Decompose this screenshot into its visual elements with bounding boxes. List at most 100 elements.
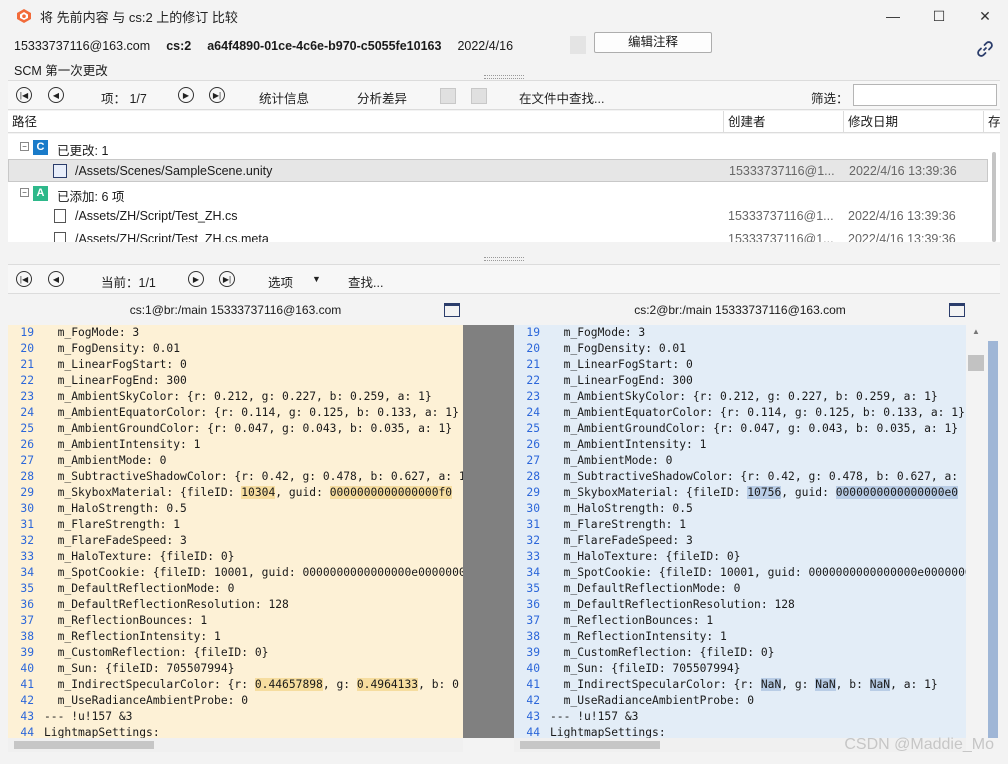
column-modified-date[interactable]: 修改日期 [844,111,984,133]
column-creator[interactable]: 创建者 [724,111,844,133]
edit-comment-button[interactable]: 编辑注释 [594,32,712,53]
scrollbar-thumb[interactable] [520,741,660,749]
line-number: 26 [20,438,34,451]
code-line: 39 m_CustomReflection: {fileID: 0} [8,645,463,661]
scrollbar-thumb[interactable] [14,741,154,749]
chevron-down-icon[interactable]: ▼ [312,274,321,284]
code-line: 41 m_IndirectSpecularColor: {r: NaN, g: … [514,677,966,693]
line-number: 21 [20,358,34,371]
code-text: , b: [835,678,870,691]
code-text: m_SkyboxMaterial: {fileID: [44,486,242,499]
code-line: 23 m_AmbientSkyColor: {r: 0.212, g: 0.22… [8,389,463,405]
file-path: /Assets/Scenes/SampleScene.unity [75,164,273,178]
code-text: , a: 1} [890,678,938,691]
code-text: m_CustomReflection: {fileID: 0} [550,646,775,659]
code-text: m_HaloStrength: 0.5 [44,502,187,515]
collapse-icon[interactable]: − [20,188,29,197]
code-line: 33 m_HaloTexture: {fileID: 0} [8,549,463,565]
line-number: 21 [526,358,540,371]
code-line: 28 m_SubtractiveShadowColor: {r: 0.42, g… [8,469,463,485]
code-line: 24 m_AmbientEquatorColor: {r: 0.114, g: … [8,405,463,421]
code-text: m_ReflectionBounces: 1 [44,614,208,627]
scroll-up-icon[interactable]: ▲ [968,327,984,341]
code-line: 42 m_UseRadianceAmbientProbe: 0 [514,693,966,709]
left-code-pane[interactable]: 19 m_FogMode: 3 20 m_FogDensity: 0.01 21 m… [8,325,463,738]
author-email: 15333737116@163.com [14,39,151,53]
code-line: 25 m_AmbientGroundColor: {r: 0.047, g: 0… [514,421,966,437]
code-text: LightmapSettings: [550,726,666,738]
line-number: 29 [20,486,34,499]
code-line: 21 m_LinearFogStart: 0 [8,357,463,373]
code-vertical-scrollbar[interactable]: ▲ [966,325,1000,738]
last-diff-icon[interactable]: ▶| [219,271,235,287]
splitter-grip[interactable] [484,257,524,261]
previous-item-icon[interactable]: ◀ [48,87,64,103]
find-in-files-button[interactable]: 在文件中查找... [519,88,604,107]
code-text: , b: 0 [418,678,459,691]
line-number: 29 [526,486,540,499]
code-text: m_HaloTexture: {fileID: 0} [44,550,235,563]
maximize-panel-icon[interactable] [949,303,965,317]
code-line: 35 m_DefaultReflectionMode: 0 [8,581,463,597]
line-number: 22 [526,374,540,387]
options-dropdown[interactable]: 选项 [268,272,293,291]
code-text: , g: [322,678,357,691]
left-horizontal-scrollbar[interactable] [8,738,463,752]
code-text: m_AmbientIntensity: 1 [44,438,201,451]
title-bar: 将 先前内容 与 cs:2 上的修订 比较 — ☐ ✕ [0,0,1008,32]
column-storage[interactable]: 存 [984,111,1001,133]
next-item-icon[interactable]: ▶ [178,87,194,103]
line-number: 31 [526,518,540,531]
tree-scrollbar[interactable] [992,152,996,242]
previous-diff-icon[interactable]: ◀ [48,271,64,287]
line-number: 22 [20,374,34,387]
group-label: 已添加: 6 项 [57,190,125,204]
code-text: m_SubtractiveShadowColor: {r: 0.42, g: 0… [550,470,966,483]
code-line: 25 m_AmbientGroundColor: {r: 0.047, g: 0… [8,421,463,437]
file-row[interactable]: /Assets/ZH/Script/Test_ZH.cs.meta 153337… [8,228,988,242]
next-diff-icon[interactable]: ▶ [188,271,204,287]
file-row[interactable]: /Assets/Scenes/SampleScene.unity 1533373… [8,159,988,182]
code-line: 36 m_DefaultReflectionResolution: 128 [514,597,966,613]
window-title: 将 先前内容 与 cs:2 上的修订 比较 [40,9,238,25]
file-row[interactable]: /Assets/ZH/Script/Test_ZH.cs 15333737116… [8,205,988,228]
line-number: 19 [20,326,34,339]
code-text: m_AmbientEquatorColor: {r: 0.114, g: 0.1… [44,406,459,419]
filter-input[interactable] [853,84,997,106]
code-text: m_AmbientMode: 0 [44,454,167,467]
code-line: 42 m_UseRadianceAmbientProbe: 0 [8,693,463,709]
changed-badge-icon: C [33,140,48,155]
line-number: 43 [526,710,540,723]
analyze-diff-button[interactable]: 分析差异 [357,88,407,107]
code-text: LightmapSettings: [44,726,160,738]
splitter-grip[interactable] [484,75,524,79]
last-item-icon[interactable]: ▶| [209,87,225,103]
diff-highlight: NaN [815,678,836,691]
right-code-pane[interactable]: 19 m_FogMode: 3 20 m_FogDensity: 0.01 21 m… [514,325,966,738]
code-text: m_ReflectionIntensity: 1 [44,630,221,643]
code-line: 38 m_ReflectionIntensity: 1 [8,629,463,645]
find-button[interactable]: 查找... [348,272,383,291]
group-added[interactable]: − A 已添加: 6 项 [8,182,988,205]
scrollbar-thumb[interactable] [968,355,984,371]
statistics-button[interactable]: 统计信息 [259,88,309,107]
close-button[interactable]: ✕ [962,0,1008,32]
code-text: m_DefaultReflectionMode: 0 [44,582,235,595]
minimize-button[interactable]: — [870,0,916,32]
line-number: 27 [20,454,34,467]
maximize-button[interactable]: ☐ [916,0,962,32]
maximize-panel-icon[interactable] [444,303,460,317]
first-diff-icon[interactable]: |◀ [16,271,32,287]
first-item-icon[interactable]: |◀ [16,87,32,103]
code-text: m_FlareStrength: 1 [44,518,181,531]
link-icon[interactable] [976,40,994,58]
code-line: 26 m_AmbientIntensity: 1 [514,437,966,453]
column-path[interactable]: 路径 [8,111,724,133]
group-changed[interactable]: − C 已更改: 1 [8,136,988,159]
code-line: 22 m_LinearFogEnd: 300 [8,373,463,389]
diff-highlight: 0000000000000000f0 [329,486,453,499]
line-number: 36 [20,598,34,611]
line-number: 44 [20,726,34,738]
collapse-icon[interactable]: − [20,142,29,151]
file-date: 2022/4/16 13:39:36 [848,232,956,242]
